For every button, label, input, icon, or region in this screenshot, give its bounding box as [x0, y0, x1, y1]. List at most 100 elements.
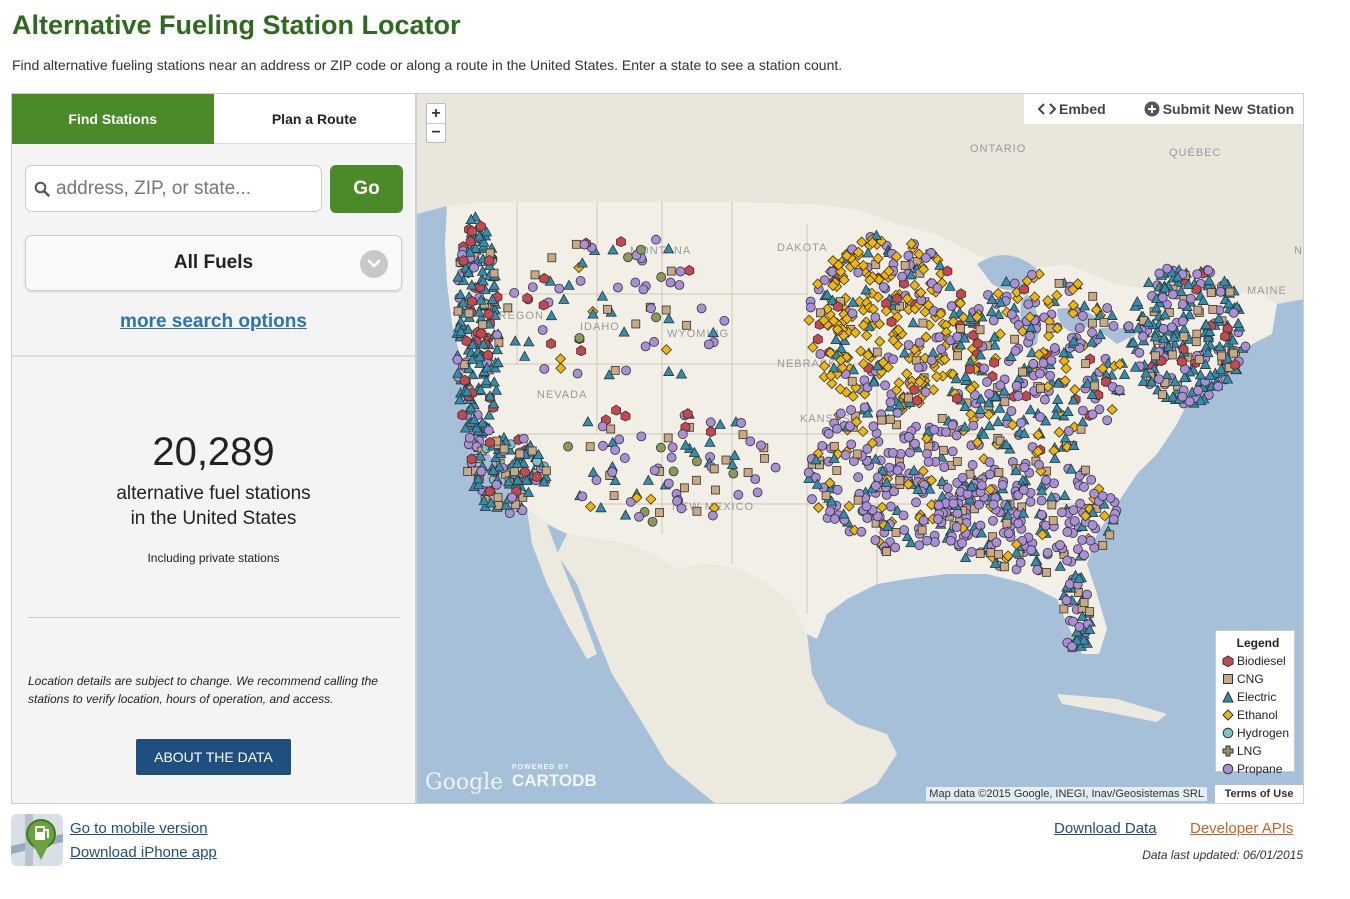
station-marker[interactable] — [585, 442, 595, 452]
station-marker[interactable] — [1074, 621, 1085, 632]
station-marker[interactable] — [1105, 530, 1115, 540]
station-marker[interactable] — [676, 503, 687, 514]
station-marker[interactable] — [493, 492, 503, 502]
station-marker[interactable] — [518, 433, 529, 444]
station-marker[interactable] — [682, 320, 691, 330]
station-marker[interactable] — [1185, 293, 1196, 304]
station-marker[interactable] — [1047, 500, 1057, 510]
station-marker[interactable] — [1018, 485, 1029, 495]
station-marker[interactable] — [951, 522, 962, 532]
station-marker[interactable] — [539, 363, 550, 374]
station-marker[interactable] — [1074, 588, 1083, 598]
station-marker[interactable] — [607, 467, 618, 477]
station-marker[interactable] — [1099, 317, 1109, 327]
station-marker[interactable] — [666, 452, 677, 463]
station-marker[interactable] — [1086, 474, 1097, 485]
station-marker[interactable] — [1098, 540, 1108, 550]
station-marker[interactable] — [891, 528, 901, 537]
station-marker[interactable] — [933, 500, 944, 511]
station-marker[interactable] — [939, 462, 950, 473]
station-marker[interactable] — [853, 495, 863, 505]
station-marker[interactable] — [619, 453, 630, 463]
station-marker[interactable] — [817, 440, 828, 451]
station-marker[interactable] — [1177, 299, 1188, 310]
station-marker[interactable] — [1042, 567, 1051, 577]
station-marker[interactable] — [899, 525, 909, 535]
station-marker[interactable] — [1192, 329, 1202, 339]
station-marker[interactable] — [930, 537, 940, 547]
station-marker[interactable] — [885, 501, 896, 512]
station-marker[interactable] — [1097, 491, 1108, 501]
station-marker[interactable] — [1087, 409, 1098, 420]
station-marker[interactable] — [507, 492, 517, 503]
station-marker[interactable] — [1049, 343, 1060, 353]
station-marker[interactable] — [1085, 607, 1095, 616]
station-marker[interactable] — [967, 460, 978, 470]
station-marker[interactable] — [917, 525, 927, 535]
station-marker[interactable] — [1087, 520, 1098, 530]
mobile-version-link[interactable]: Go to mobile version — [70, 820, 208, 837]
app-icon[interactable] — [11, 814, 63, 866]
station-marker[interactable] — [1035, 368, 1045, 379]
station-marker[interactable] — [1000, 562, 1009, 572]
station-marker[interactable] — [1041, 475, 1051, 486]
station-marker[interactable] — [986, 548, 996, 558]
station-marker[interactable] — [743, 468, 753, 477]
station-marker[interactable] — [868, 421, 879, 432]
station-marker[interactable] — [840, 450, 851, 460]
station-marker[interactable] — [1072, 544, 1083, 555]
station-marker[interactable] — [1003, 528, 1014, 539]
station-marker[interactable] — [1157, 390, 1167, 400]
station-marker[interactable] — [835, 408, 846, 419]
station-marker[interactable] — [1040, 394, 1050, 405]
station-marker[interactable] — [696, 303, 707, 314]
station-marker[interactable] — [1055, 540, 1065, 550]
station-marker[interactable] — [914, 337, 925, 348]
station-marker[interactable] — [988, 499, 999, 510]
station-marker[interactable] — [1046, 355, 1057, 366]
station-marker[interactable] — [995, 380, 1006, 391]
station-marker[interactable] — [988, 315, 999, 326]
station-marker[interactable] — [922, 535, 932, 546]
station-marker[interactable] — [1023, 299, 1034, 309]
station-marker[interactable] — [651, 234, 661, 245]
station-marker[interactable] — [1167, 322, 1177, 333]
station-marker[interactable] — [610, 445, 621, 455]
station-marker[interactable] — [709, 464, 719, 474]
station-marker[interactable] — [985, 469, 995, 480]
station-marker[interactable] — [948, 498, 959, 509]
station-marker[interactable] — [630, 277, 641, 288]
station-marker[interactable] — [1087, 318, 1097, 328]
station-marker[interactable] — [872, 347, 882, 357]
station-marker[interactable] — [1193, 385, 1204, 396]
tab-plan-route[interactable]: Plan a Route — [213, 94, 415, 144]
station-marker[interactable] — [1036, 383, 1045, 393]
station-marker[interactable] — [692, 506, 702, 516]
station-marker[interactable] — [738, 430, 748, 440]
station-marker[interactable] — [1034, 459, 1044, 470]
station-marker[interactable] — [621, 365, 631, 376]
station-marker[interactable] — [1240, 341, 1251, 352]
more-search-options-link[interactable]: more search options — [12, 311, 415, 333]
station-marker[interactable] — [1026, 545, 1037, 555]
station-marker[interactable] — [1045, 370, 1056, 381]
station-marker[interactable] — [878, 282, 889, 292]
station-marker[interactable] — [829, 514, 840, 524]
station-marker[interactable] — [1158, 323, 1169, 334]
station-marker[interactable] — [936, 344, 947, 355]
station-marker[interactable] — [665, 277, 676, 288]
station-marker[interactable] — [1108, 514, 1119, 525]
station-marker[interactable] — [603, 304, 612, 314]
station-marker[interactable] — [975, 325, 985, 335]
station-marker[interactable] — [1191, 337, 1201, 347]
station-marker[interactable] — [760, 453, 769, 463]
station-marker[interactable] — [957, 472, 968, 483]
station-marker[interactable] — [1167, 350, 1177, 360]
station-marker[interactable] — [692, 456, 702, 467]
station-marker[interactable] — [541, 466, 551, 476]
station-marker[interactable] — [1011, 381, 1022, 391]
station-marker[interactable] — [530, 270, 540, 280]
station-marker[interactable] — [975, 520, 986, 531]
station-marker[interactable] — [922, 448, 932, 459]
station-marker[interactable] — [613, 282, 623, 293]
